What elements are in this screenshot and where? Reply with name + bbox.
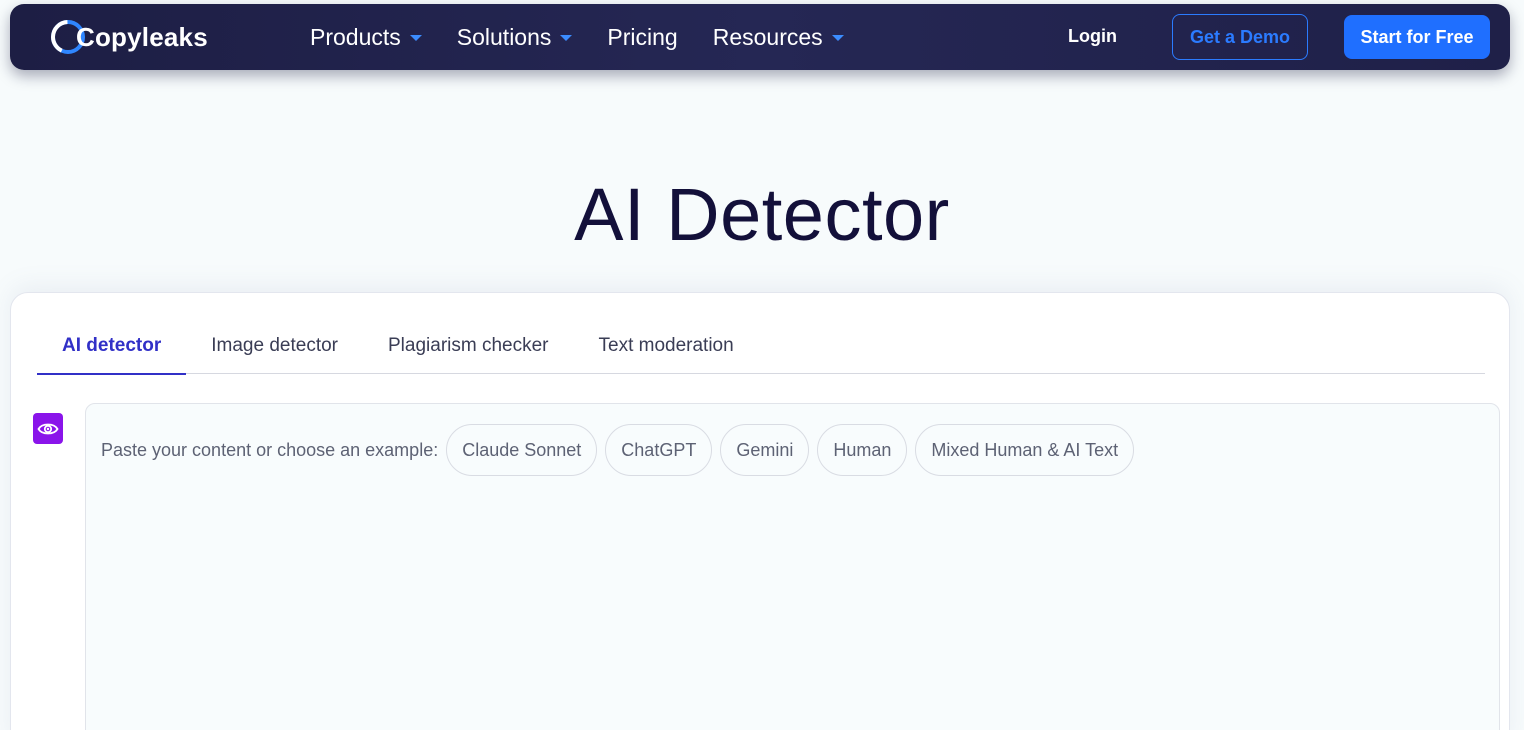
caret-down-icon [831,35,844,41]
example-chip-chatgpt[interactable]: ChatGPT [605,424,713,476]
brand-name: Copyleaks [76,21,208,52]
nav-item-pricing[interactable]: Pricing [607,24,677,51]
top-navbar: Copyleaks Products Solutions Pricing Res… [10,4,1510,70]
brand-logo[interactable]: Copyleaks [48,18,208,56]
nav-item-label: Solutions [456,23,552,50]
eye-toggle-button[interactable] [33,413,63,444]
tab-text-moderation[interactable]: Text moderation [574,317,759,374]
get-demo-button[interactable]: Get a Demo [1172,14,1308,60]
input-placeholder-text: Paste your content or choose an example: [101,439,439,460]
tab-ai-detector[interactable]: AI detector [37,317,187,375]
content-input-area[interactable]: Paste your content or choose an example:… [85,403,1500,730]
eye-icon [37,423,59,434]
tab-image-detector[interactable]: Image detector [186,317,363,374]
nav-item-label: Products [310,23,401,50]
example-chip-gemini[interactable]: Gemini [720,424,810,476]
tool-tabs: AI detector Image detector Plagiarism ch… [37,317,1485,375]
detector-card: AI detector Image detector Plagiarism ch… [10,292,1510,730]
nav-item-products[interactable]: Products [310,24,422,51]
example-chip-human[interactable]: Human [817,424,908,476]
tab-plagiarism-checker[interactable]: Plagiarism checker [363,317,574,374]
example-selector: Paste your content or choose an example:… [101,424,1142,476]
example-chip-mixed[interactable]: Mixed Human & AI Text [915,424,1135,476]
example-chip-claude-sonnet[interactable]: Claude Sonnet [446,424,598,476]
login-link[interactable]: Login [1068,26,1117,47]
nav-item-resources[interactable]: Resources [713,24,844,51]
page-title: AI Detector [574,173,950,256]
caret-down-icon [560,35,573,41]
page: Copyleaks Products Solutions Pricing Res… [0,0,1524,730]
caret-down-icon [409,35,422,41]
nav-item-label: Resources [712,23,823,50]
primary-nav: Products Solutions Pricing Resources [310,4,879,70]
nav-item-solutions[interactable]: Solutions [457,24,573,51]
nav-item-label: Pricing [607,23,678,50]
start-free-button[interactable]: Start for Free [1344,15,1490,59]
